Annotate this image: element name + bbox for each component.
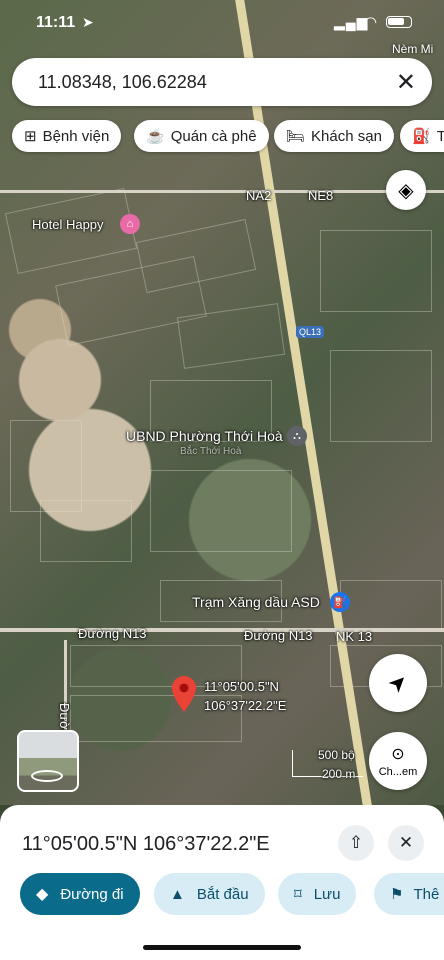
- bed-icon: 🛏: [286, 128, 306, 145]
- map-block: [320, 230, 432, 312]
- map-block: [150, 470, 292, 552]
- road-n13: [0, 628, 444, 632]
- close-icon[interactable]: ✕: [396, 68, 416, 97]
- map-block: [330, 350, 432, 442]
- directions-button[interactable]: ◆ Đường đi: [20, 873, 140, 915]
- save-label: Lưu: [313, 885, 341, 903]
- place-label-hotel[interactable]: Hotel Happy: [32, 217, 104, 232]
- rotate-icon: [31, 770, 63, 782]
- close-sheet-button[interactable]: ✕: [388, 825, 424, 861]
- road-label-n13-left: Đường N13: [78, 626, 147, 641]
- pin-label-lng: 106°37'22.2"E: [204, 698, 287, 713]
- gas-station-icon[interactable]: ⛽: [330, 592, 350, 612]
- street-view-icon: ⊙: [391, 746, 405, 763]
- scale-imperial: 500 bộ: [318, 748, 355, 762]
- home-indicator: [143, 945, 301, 950]
- chip-hospital[interactable]: ⊞ Bệnh viện: [12, 120, 122, 152]
- scale-metric: 200 m: [322, 767, 356, 781]
- place-label-faded: Bắc Thới Hoà: [180, 446, 242, 457]
- road-label-ne8: NE8: [308, 188, 334, 203]
- government-icon[interactable]: ⛬: [287, 426, 307, 446]
- chip-label: Khách sạn: [311, 127, 382, 145]
- road-label-n13-right: Đường N13: [244, 628, 313, 643]
- map-pin-icon[interactable]: [172, 676, 196, 712]
- pin-label-lat: 11°05'00.5"N: [204, 679, 279, 694]
- more-label: Thê: [413, 885, 440, 903]
- road-label-na2: NA2: [246, 188, 272, 203]
- road-label-nk13: NK 13: [336, 629, 373, 644]
- street-view-thumbnail[interactable]: [17, 730, 79, 792]
- more-button[interactable]: ⚑ Thê: [374, 873, 444, 915]
- navigation-icon: ▲: [170, 885, 185, 903]
- directions-label: Đường đi: [60, 885, 124, 903]
- close-icon: ✕: [398, 833, 414, 852]
- chip-label: Bệnh viện: [42, 127, 110, 145]
- save-button[interactable]: ⌑ Lưu: [278, 873, 357, 915]
- map-block: [340, 580, 442, 632]
- share-button[interactable]: ⇧: [338, 825, 374, 861]
- start-button[interactable]: ▲ Bắt đầu: [154, 873, 265, 915]
- search-query[interactable]: 11.08348, 106.62284: [38, 72, 207, 93]
- chip-label: Quán cà phê: [170, 127, 257, 145]
- hospital-icon: ⊞: [24, 128, 37, 145]
- search-bar[interactable]: 11.08348, 106.62284 ✕: [12, 58, 432, 106]
- place-label-ubnd[interactable]: UBND Phường Thới Hoà: [126, 428, 283, 444]
- share-icon: ⇧: [348, 833, 364, 852]
- road-na2: [0, 190, 444, 193]
- location-arrow-icon: ➤: [82, 14, 94, 30]
- bed-icon[interactable]: ⌂: [120, 214, 140, 234]
- status-bar: 11:11 ➤ ▂▄▆ ◠ Nèm Mi: [0, 0, 444, 56]
- road-shield-ql13: QL13: [296, 326, 325, 338]
- layers-button[interactable]: ◈: [386, 170, 426, 210]
- chip-coffee[interactable]: ☕ Quán cà phê: [134, 120, 269, 152]
- chip-hotel[interactable]: 🛏 Khách sạn: [274, 120, 394, 152]
- battery-icon: [386, 16, 412, 28]
- chip-fuel[interactable]: ⛽ Tr: [400, 120, 444, 152]
- street-view-label: Ch...em: [378, 766, 418, 778]
- my-location-button[interactable]: ➤: [369, 654, 427, 712]
- coffee-icon: ☕: [146, 128, 165, 145]
- street-view-button[interactable]: ⊙ Ch...em: [369, 732, 427, 790]
- map-corner-label: Nèm Mi: [392, 42, 434, 56]
- sheet-title: 11°05'00.5"N 106°37'22.2"E: [22, 833, 270, 855]
- chip-label: Tr: [436, 127, 444, 145]
- place-label-gas[interactable]: Trạm Xăng dầu ASD: [192, 594, 320, 610]
- flag-icon: ⚑: [390, 886, 404, 903]
- navigation-arrow-icon: ➤: [382, 667, 414, 699]
- layers-icon: ◈: [398, 179, 414, 202]
- bookmark-icon: ⌑: [294, 886, 302, 903]
- clock: 11:11: [36, 14, 76, 31]
- bottom-sheet[interactable]: 11°05'00.5"N 106°37'22.2"E ⇧ ✕ ◆ Đường đ…: [0, 805, 444, 960]
- directions-icon: ◆: [36, 886, 49, 903]
- map-block: [10, 420, 82, 512]
- fuel-icon: ⛽: [412, 128, 431, 145]
- start-label: Bắt đầu: [196, 885, 249, 903]
- wifi-icon: ◠: [364, 14, 378, 31]
